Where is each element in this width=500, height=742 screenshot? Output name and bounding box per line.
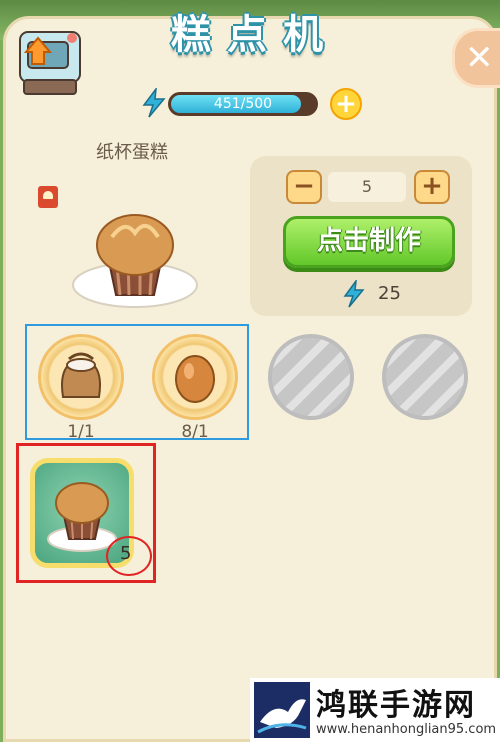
bakery-machine-icon[interactable] <box>14 22 88 100</box>
energy-cost: 25 <box>342 278 422 308</box>
recipe-book-icon[interactable] <box>38 186 58 208</box>
cupcake-icon <box>70 205 200 315</box>
ingredient-slot-flour[interactable] <box>38 334 124 420</box>
watermark-logo-icon <box>254 682 310 738</box>
energy-value: 451/500 <box>213 96 273 112</box>
energy-row: 451/500 + <box>140 86 380 120</box>
recipe-name: 纸杯蛋糕 <box>96 142 168 163</box>
watermark: 鸿联手游网 www.henanhonglian95.com <box>250 678 500 742</box>
watermark-url: www.henanhonglian95.com <box>316 722 497 737</box>
flour-sack-icon <box>61 352 101 398</box>
product-count: 5 <box>120 543 132 564</box>
ingredient-count-egg: 8/1 <box>181 422 209 442</box>
watermark-title: 鸿联手游网 <box>316 688 476 723</box>
locked-slot-icon <box>382 334 468 420</box>
ingredient-slot-egg[interactable] <box>152 334 238 420</box>
close-icon: ✕ <box>465 38 494 78</box>
lightning-bolt-icon <box>342 278 366 308</box>
ingredient-count-flour: 1/1 <box>67 422 95 442</box>
quantity-field[interactable]: 5 <box>328 172 406 202</box>
page-title: 糕点机 <box>171 12 339 58</box>
lightning-bolt-icon <box>140 86 168 118</box>
close-button[interactable]: ✕ <box>452 28 500 88</box>
make-button[interactable]: 点击制作 <box>283 216 455 268</box>
locked-slot-icon <box>268 334 354 420</box>
egg-icon <box>175 355 215 403</box>
add-energy-button[interactable]: + <box>330 88 362 120</box>
energy-cost-value: 25 <box>378 283 401 304</box>
quantity-plus-button[interactable]: + <box>414 170 450 204</box>
title-banner: 糕点机 <box>140 2 370 60</box>
quantity-minus-button[interactable]: − <box>286 170 322 204</box>
